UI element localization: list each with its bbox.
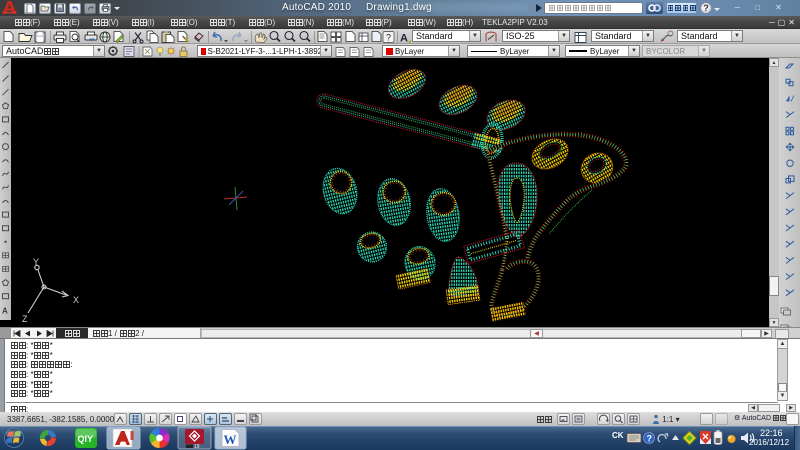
svg-text:X: X — [73, 295, 79, 305]
svg-text:Z: Z — [22, 314, 28, 324]
svg-text:?: ? — [647, 434, 653, 444]
svg-text:W: W — [224, 432, 237, 447]
svg-text:19: 19 — [194, 444, 200, 450]
svg-text:A: A — [2, 306, 8, 315]
svg-text:?: ? — [386, 33, 391, 43]
svg-text:QIY: QIY — [78, 434, 94, 444]
svg-text:Y: Y — [33, 257, 39, 267]
svg-text:A: A — [400, 33, 408, 45]
